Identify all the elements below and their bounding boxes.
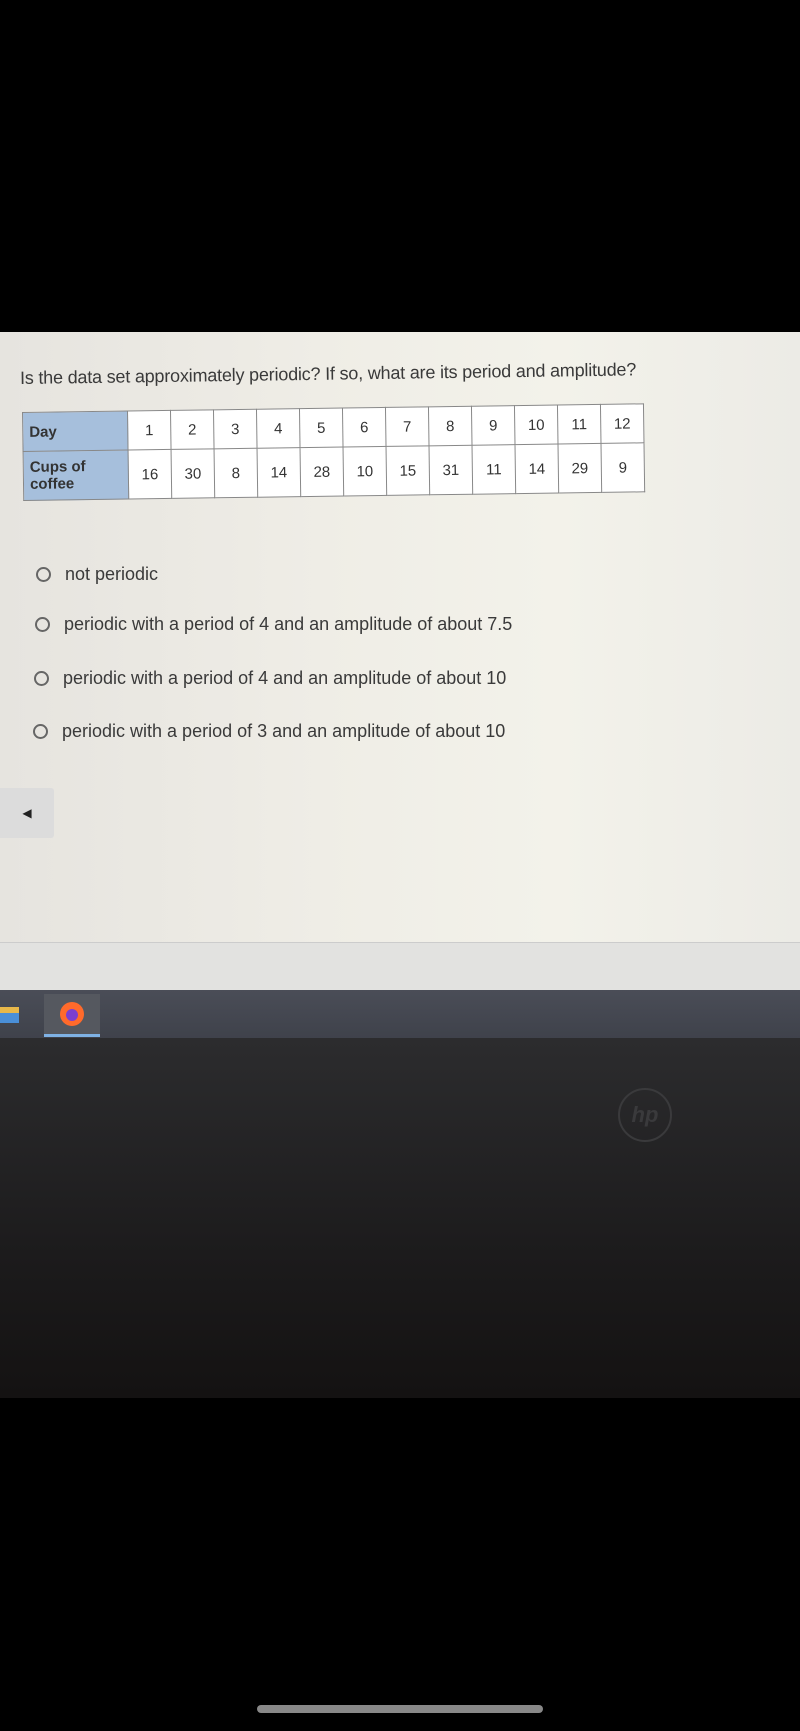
file-explorer-icon[interactable] xyxy=(0,994,36,1034)
option-label: periodic with a period of 3 and an ampli… xyxy=(62,721,506,741)
row-header-day: Day xyxy=(22,411,129,452)
radio-button[interactable] xyxy=(36,567,51,582)
day-cell: 7 xyxy=(385,406,430,447)
cups-cell: 14 xyxy=(515,444,559,494)
taskbar xyxy=(0,990,800,1038)
day-cell: 11 xyxy=(557,404,601,445)
option-period-3-amp-10[interactable]: periodic with a period of 3 and an ampli… xyxy=(33,721,505,742)
day-cell: 9 xyxy=(471,405,516,446)
left-arrow-icon: ◀ xyxy=(22,806,32,820)
option-label: periodic with a period of 4 and an ampli… xyxy=(63,668,507,688)
cups-cell: 10 xyxy=(343,446,387,497)
hp-logo: hp xyxy=(618,1088,672,1142)
row-header-cups: Cups of coffee xyxy=(23,450,129,501)
cups-cell: 15 xyxy=(386,445,430,496)
day-cell: 10 xyxy=(514,405,558,445)
day-cell: 2 xyxy=(170,409,215,450)
option-not-periodic[interactable]: not periodic xyxy=(36,564,158,585)
quiz-page: Is the data set approximately periodic? … xyxy=(0,332,800,942)
radio-button[interactable] xyxy=(34,671,49,686)
cups-cell: 28 xyxy=(300,447,344,497)
question-text: Is the data set approximately periodic? … xyxy=(19,359,637,388)
option-period-4-amp-7-5[interactable]: periodic with a period of 4 and an ampli… xyxy=(35,614,512,635)
firefox-icon[interactable] xyxy=(44,994,100,1037)
day-cell: 6 xyxy=(342,407,387,448)
radio-button[interactable] xyxy=(33,724,48,739)
day-cell: 3 xyxy=(213,409,258,449)
cups-cell: 30 xyxy=(171,448,215,499)
data-table: Day 1 2 3 4 5 6 7 8 9 10 11 12 Cups of c… xyxy=(22,403,646,501)
cups-cell: 29 xyxy=(557,443,602,494)
day-cell: 5 xyxy=(299,408,344,448)
cups-cell: 8 xyxy=(214,448,258,498)
day-cell: 12 xyxy=(600,403,644,444)
cups-cell: 14 xyxy=(257,447,301,498)
radio-button[interactable] xyxy=(35,617,50,632)
back-button[interactable]: ◀ xyxy=(0,788,54,838)
cups-cell: 11 xyxy=(472,444,516,495)
cups-cell: 31 xyxy=(429,445,473,495)
option-label: periodic with a period of 4 and an ampli… xyxy=(64,614,513,634)
table-row: Cups of coffee 16 30 8 14 28 10 15 31 11… xyxy=(23,442,645,501)
cups-cell: 16 xyxy=(128,449,172,500)
day-cell: 1 xyxy=(127,410,172,451)
cups-cell: 9 xyxy=(600,442,645,493)
option-label: not periodic xyxy=(65,564,159,584)
option-period-4-amp-10[interactable]: periodic with a period of 4 and an ampli… xyxy=(34,668,506,689)
monitor-bezel: hp xyxy=(0,1038,800,1398)
home-indicator[interactable] xyxy=(257,1705,543,1713)
day-cell: 8 xyxy=(428,406,473,446)
day-cell: 4 xyxy=(256,408,301,449)
window-bottom-bar xyxy=(0,942,800,993)
